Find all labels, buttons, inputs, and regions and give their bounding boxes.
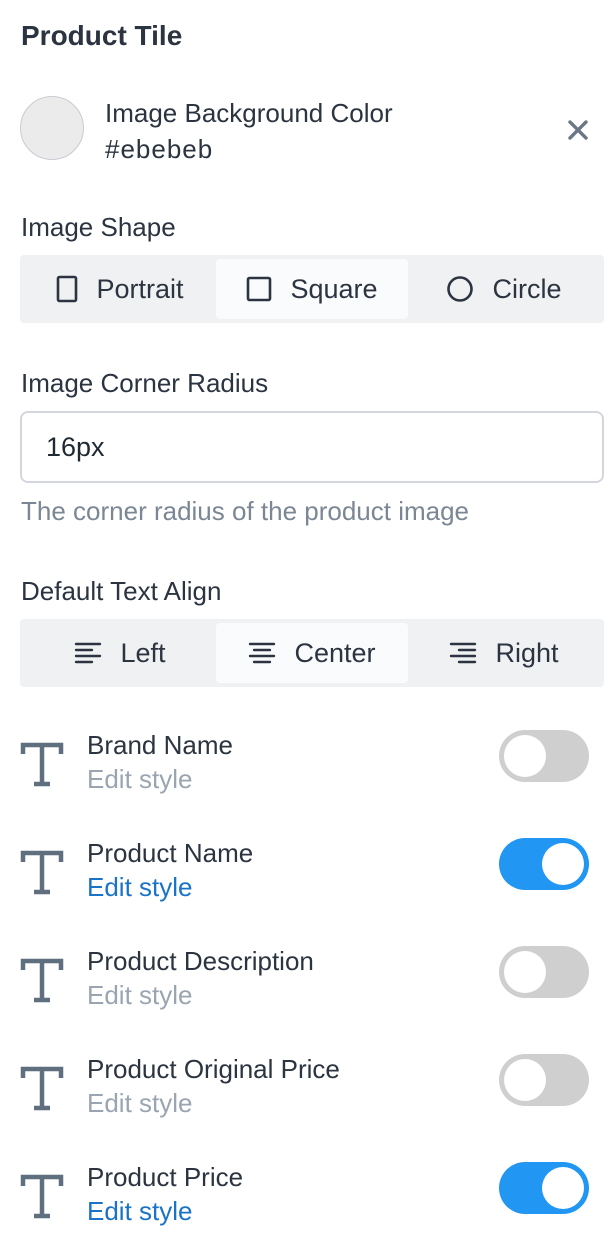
corner-radius-help: The corner radius of the product image xyxy=(21,496,470,526)
align-center-icon xyxy=(249,642,276,664)
color-swatch[interactable] xyxy=(20,96,84,160)
circle-icon xyxy=(447,276,474,302)
portrait-icon xyxy=(57,275,78,303)
text-type-icon xyxy=(20,850,64,895)
toggle-knob xyxy=(504,735,546,777)
text-type-icon xyxy=(20,1174,64,1219)
square-icon xyxy=(247,276,272,302)
toggle-knob xyxy=(504,951,546,993)
corner-radius-input[interactable] xyxy=(20,411,604,483)
shape-option-square[interactable]: Square xyxy=(216,259,408,319)
text-element-name: Product Price xyxy=(87,1162,244,1192)
edit-style-link[interactable]: Edit style xyxy=(87,1196,193,1227)
color-label: Image Background Color xyxy=(105,98,393,128)
text-element-toggle[interactable] xyxy=(499,730,589,782)
align-option-label: Center xyxy=(294,637,376,668)
close-icon xyxy=(568,120,588,140)
align-right-icon xyxy=(450,642,477,664)
text-element-row: Product Original Price Edit style xyxy=(0,1054,616,1134)
text-element-name: Product Description xyxy=(87,946,314,976)
text-element-name: Product Original Price xyxy=(87,1054,340,1084)
align-option-label: Right xyxy=(495,637,559,668)
text-element-row: Product Name Edit style xyxy=(0,838,616,918)
text-type-icon xyxy=(20,742,64,787)
text-type-icon xyxy=(20,1066,64,1111)
edit-style-link[interactable]: Edit style xyxy=(87,872,193,903)
shape-option-label: Circle xyxy=(492,273,562,304)
text-align-selector: Left Center Right xyxy=(20,619,604,687)
corner-radius-label: Image Corner Radius xyxy=(21,368,269,398)
toggle-knob xyxy=(542,843,584,885)
text-element-row: Brand Name Edit style xyxy=(0,730,616,810)
section-title: Product Tile xyxy=(21,20,183,51)
edit-style-link[interactable]: Edit style xyxy=(87,1088,193,1119)
align-option-right[interactable]: Right xyxy=(408,623,600,683)
text-element-toggle[interactable] xyxy=(499,1162,589,1214)
shape-option-circle[interactable]: Circle xyxy=(408,259,600,319)
text-element-toggle[interactable] xyxy=(499,1054,589,1106)
align-option-label: Left xyxy=(120,637,166,668)
text-element-row: Product Price Edit style xyxy=(0,1162,616,1242)
toggle-knob xyxy=(504,1059,546,1101)
align-left-icon xyxy=(75,642,102,664)
shape-option-portrait[interactable]: Portrait xyxy=(24,259,216,319)
text-element-toggle[interactable] xyxy=(499,946,589,998)
image-shape-label: Image Shape xyxy=(21,212,176,242)
align-option-center[interactable]: Center xyxy=(216,623,408,683)
product-tile-panel: Product Tile Image Background Color #ebe… xyxy=(0,0,616,1250)
color-value[interactable]: #ebebeb xyxy=(105,134,213,165)
text-element-name: Product Name xyxy=(87,838,254,868)
text-element-name: Brand Name xyxy=(87,730,233,760)
edit-style-link[interactable]: Edit style xyxy=(87,980,193,1011)
align-option-left[interactable]: Left xyxy=(24,623,216,683)
text-align-label: Default Text Align xyxy=(21,576,222,606)
clear-color-button[interactable] xyxy=(562,114,594,146)
shape-option-label: Portrait xyxy=(96,273,184,304)
shape-option-label: Square xyxy=(290,273,378,304)
text-element-row: Product Description Edit style xyxy=(0,946,616,1026)
edit-style-link[interactable]: Edit style xyxy=(87,764,193,795)
text-type-icon xyxy=(20,958,64,1003)
toggle-knob xyxy=(542,1167,584,1209)
text-element-toggle[interactable] xyxy=(499,838,589,890)
image-shape-selector: Portrait Square Circle xyxy=(20,255,604,323)
